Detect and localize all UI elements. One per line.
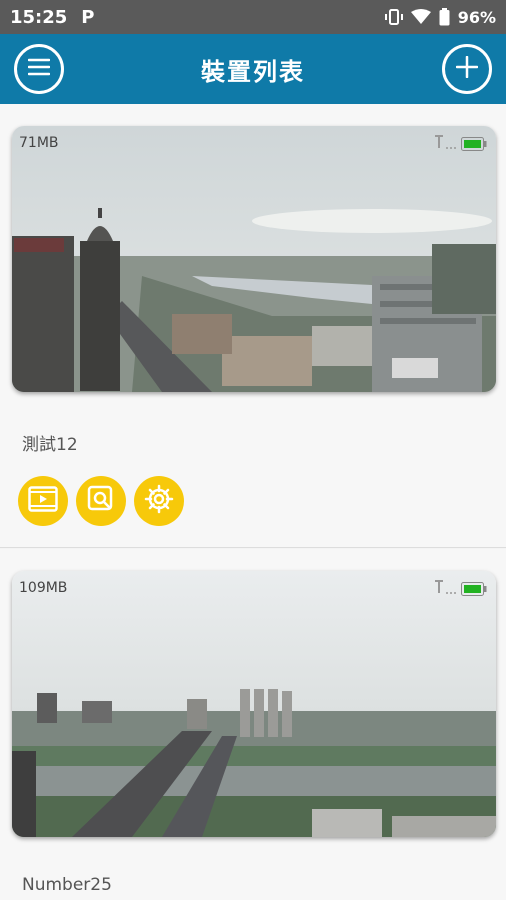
device-name: 測試12 <box>22 435 78 455</box>
menu-icon <box>27 58 51 80</box>
battery-full-icon <box>461 136 487 155</box>
device-name: Number25 <box>22 875 112 895</box>
camera-thumbnail[interactable]: 109MB <box>12 571 496 837</box>
camera-snapshot <box>12 571 496 837</box>
signal-icon <box>434 134 456 154</box>
status-bar: 15:25 P 96% <box>0 0 506 34</box>
wifi-icon <box>410 9 431 25</box>
carrier-icon: P <box>81 6 95 28</box>
vibrate-icon <box>384 9 403 25</box>
status-time: 15:25 <box>10 6 68 28</box>
settings-icon <box>144 484 174 518</box>
playback-button[interactable] <box>76 476 126 526</box>
battery-full-icon <box>461 581 487 600</box>
device-card: 109MB Number25 <box>0 549 506 900</box>
battery-icon <box>439 8 450 26</box>
camera-snapshot <box>12 126 496 392</box>
storage-label: 71MB <box>19 135 59 151</box>
status-icons: 96% <box>384 7 496 27</box>
add-icon <box>455 55 479 82</box>
page-title: 裝置列表 <box>201 57 305 86</box>
storage-label: 109MB <box>19 580 68 596</box>
add-device-button[interactable] <box>442 44 492 94</box>
battery-percent: 96% <box>457 7 496 27</box>
device-actions <box>18 476 184 526</box>
live-video-button[interactable] <box>18 476 68 526</box>
menu-button[interactable] <box>14 44 64 94</box>
app-bar: 裝置列表 <box>0 34 506 104</box>
playback-icon <box>87 485 115 517</box>
signal-icon <box>434 579 456 599</box>
settings-button[interactable] <box>134 476 184 526</box>
camera-thumbnail[interactable]: 71MB <box>12 126 496 392</box>
device-card: 71MB 測試12 <box>0 104 506 548</box>
video-icon <box>28 486 58 516</box>
